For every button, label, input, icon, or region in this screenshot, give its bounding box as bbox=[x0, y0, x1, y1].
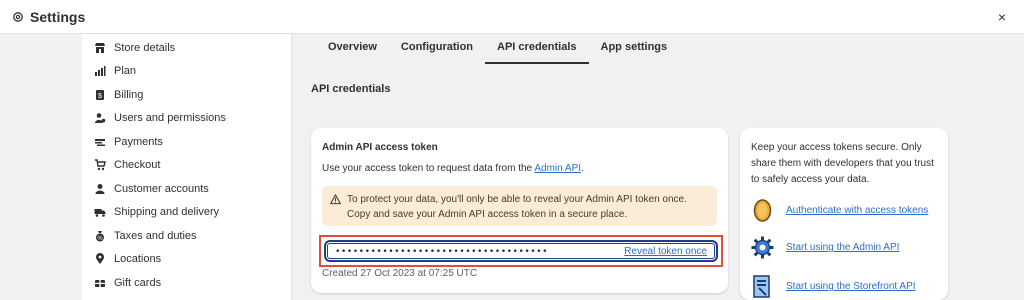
card-title: Admin API access token bbox=[322, 142, 438, 153]
storefront-api-guide-link[interactable]: Start using the Storefront API bbox=[750, 274, 916, 299]
sidebar-item-label: Locations bbox=[114, 253, 162, 266]
warning-line-1: To protect your data, you'll only be abl… bbox=[347, 194, 687, 205]
person-icon bbox=[95, 183, 105, 194]
sidebar-item-label: Customer accounts bbox=[114, 182, 209, 195]
svg-text:$: $ bbox=[98, 93, 102, 100]
sidebar-item-checkout[interactable]: Checkout bbox=[82, 154, 291, 178]
tab-bar: Overview Configuration API credentials A… bbox=[316, 34, 679, 64]
admin-api-guide-label[interactable]: Start using the Admin API bbox=[786, 242, 899, 253]
authenticate-link-label[interactable]: Authenticate with access tokens bbox=[786, 205, 928, 216]
close-icon[interactable]: × bbox=[998, 9, 1006, 25]
admin-api-link[interactable]: Admin API bbox=[534, 163, 581, 174]
highlight-frame: •••••••••••••••••••••••••••••••••••• Rev… bbox=[319, 235, 723, 267]
sidebar-item-locations[interactable]: Locations bbox=[82, 248, 291, 272]
truck-icon bbox=[94, 209, 106, 218]
sidebar-item-customer-accounts[interactable]: Customer accounts bbox=[82, 177, 291, 201]
sidebar-item-label: Plan bbox=[114, 65, 137, 78]
svg-text:%: % bbox=[97, 236, 103, 242]
storefront-doc-icon bbox=[753, 275, 770, 298]
gear-cog-icon bbox=[751, 236, 774, 259]
sidebar-item-taxes[interactable]: % Taxes and duties bbox=[82, 224, 291, 248]
warning-text: To protect your data, you'll only be abl… bbox=[347, 192, 687, 222]
settings-titlebar: Settings × bbox=[0, 0, 1024, 34]
tab-configuration[interactable]: Configuration bbox=[389, 34, 485, 64]
section-title: API credentials bbox=[311, 83, 391, 95]
sidebar-item-payments[interactable]: Payments bbox=[82, 130, 291, 154]
sidebar-item-plan[interactable]: Plan bbox=[82, 60, 291, 84]
settings-sidebar: Store details Plan $ Billing Users and p… bbox=[82, 34, 292, 300]
masked-token-value: •••••••••••••••••••••••••••••••••••• bbox=[335, 247, 549, 257]
warning-line-2: Copy and save your Admin API access toke… bbox=[347, 209, 628, 220]
token-coin-icon bbox=[753, 199, 772, 222]
sidebar-item-label: Billing bbox=[114, 88, 144, 101]
sidebar-item-label: Users and permissions bbox=[114, 112, 226, 125]
sidebar-item-label: Store details bbox=[114, 41, 176, 54]
sidebar-item-label: Taxes and duties bbox=[114, 229, 197, 242]
description-suffix: . bbox=[581, 163, 584, 174]
created-timestamp: Created 27 Oct 2023 at 07:25 UTC bbox=[322, 268, 478, 279]
gear-icon bbox=[12, 11, 24, 23]
sidebar-item-gift-cards[interactable]: Gift cards bbox=[82, 271, 291, 295]
tab-app-settings[interactable]: App settings bbox=[589, 34, 680, 64]
warning-icon bbox=[330, 194, 341, 205]
gift-card-icon bbox=[95, 279, 105, 287]
window-title: Settings bbox=[30, 8, 86, 25]
users-icon bbox=[95, 113, 106, 124]
plan-chart-icon bbox=[95, 66, 106, 77]
billing-icon: $ bbox=[96, 89, 104, 100]
tab-api-credentials[interactable]: API credentials bbox=[485, 34, 589, 64]
store-icon bbox=[95, 42, 105, 53]
sidebar-item-label: Shipping and delivery bbox=[114, 206, 220, 219]
sidebar-item-shipping[interactable]: Shipping and delivery bbox=[82, 201, 291, 225]
sidebar-item-label: Gift cards bbox=[114, 276, 162, 289]
tax-bag-icon: % bbox=[96, 230, 104, 242]
reveal-token-button[interactable]: Reveal token once bbox=[624, 246, 707, 257]
resources-card: Keep your access tokens secure. Only sha… bbox=[740, 128, 948, 300]
tab-overview[interactable]: Overview bbox=[316, 34, 389, 64]
storefront-api-guide-label[interactable]: Start using the Storefront API bbox=[786, 281, 916, 292]
sidebar-item-users[interactable]: Users and permissions bbox=[82, 107, 291, 131]
authenticate-link[interactable]: Authenticate with access tokens bbox=[750, 198, 928, 223]
card-description: Use your access token to request data fr… bbox=[322, 163, 584, 174]
cart-icon bbox=[95, 159, 106, 171]
sidebar-item-label: Checkout bbox=[114, 159, 161, 172]
sidebar-item-billing[interactable]: $ Billing bbox=[82, 83, 291, 107]
warning-banner: To protect your data, you'll only be abl… bbox=[322, 186, 717, 226]
sidebar-item-store-details[interactable]: Store details bbox=[82, 36, 291, 60]
admin-api-guide-link[interactable]: Start using the Admin API bbox=[750, 235, 899, 260]
resources-blurb: Keep your access tokens secure. Only sha… bbox=[751, 142, 934, 185]
token-field[interactable]: •••••••••••••••••••••••••••••••••••• Rev… bbox=[324, 240, 718, 262]
sidebar-item-label: Payments bbox=[114, 135, 163, 148]
location-pin-icon bbox=[96, 253, 104, 265]
description-text: Use your access token to request data fr… bbox=[322, 163, 535, 174]
admin-token-card: Admin API access token Use your access t… bbox=[311, 128, 728, 293]
payments-icon bbox=[95, 138, 105, 146]
